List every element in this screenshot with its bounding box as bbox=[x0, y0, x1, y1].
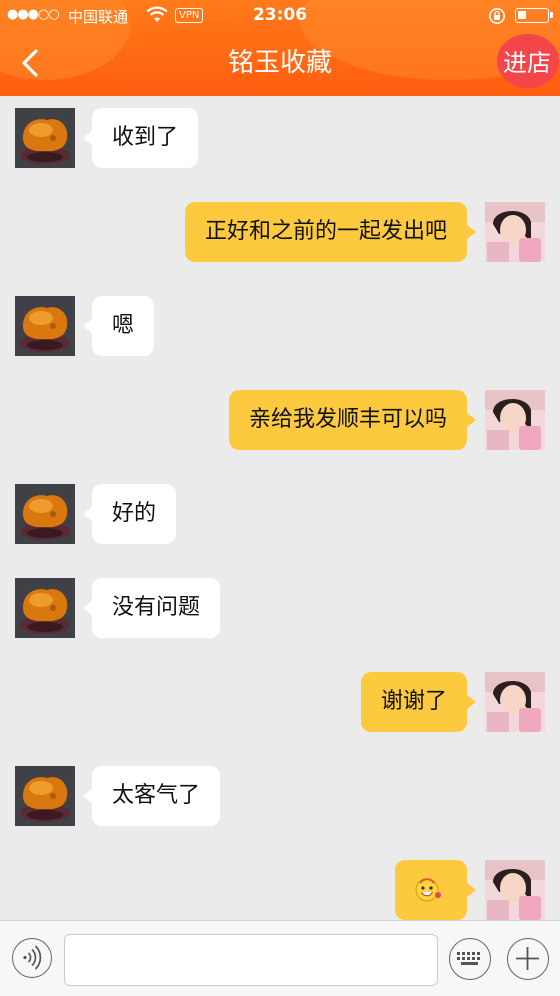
shop-avatar[interactable] bbox=[15, 484, 75, 544]
status-bar: ●●●○○ 中国联通 VPN 23:06 bbox=[0, 0, 560, 32]
incoming-message-bubble[interactable]: 太客气了 bbox=[82, 766, 221, 826]
user-avatar[interactable] bbox=[485, 672, 545, 732]
user-avatar[interactable] bbox=[485, 202, 545, 262]
voice-button[interactable] bbox=[12, 938, 52, 978]
plus-icon bbox=[516, 947, 539, 970]
clock: 23:06 bbox=[252, 5, 308, 25]
keyboard-button[interactable] bbox=[449, 938, 491, 980]
user-avatar[interactable] bbox=[485, 390, 545, 450]
outgoing-emoji-bubble[interactable] bbox=[395, 860, 476, 920]
keyboard-icon bbox=[457, 952, 480, 965]
message-input[interactable] bbox=[64, 934, 438, 986]
battery-icon bbox=[515, 8, 553, 23]
user-avatar[interactable] bbox=[485, 860, 545, 920]
shop-avatar[interactable] bbox=[15, 296, 75, 356]
outgoing-message-bubble[interactable]: 正好和之前的一起发出吧 bbox=[184, 202, 477, 262]
incoming-message-bubble[interactable]: 好的 bbox=[82, 484, 177, 544]
outgoing-message-bubble[interactable]: 亲给我发顺丰可以吗 bbox=[228, 390, 477, 450]
chat-list[interactable]: 收到了 正好和之前的一起发出吧 嗯 亲给我发顺丰可以吗 好的 没有问题 谢谢了 … bbox=[0, 96, 560, 920]
incoming-message-bubble[interactable]: 嗯 bbox=[82, 296, 155, 356]
voice-icon bbox=[23, 945, 42, 970]
input-bar bbox=[0, 920, 560, 996]
more-options-button[interactable] bbox=[507, 938, 549, 980]
rotation-lock-icon bbox=[489, 8, 505, 24]
shop-avatar[interactable] bbox=[15, 578, 75, 638]
enter-shop-button[interactable]: 进店 bbox=[497, 46, 557, 80]
incoming-message-bubble[interactable]: 没有问题 bbox=[82, 578, 221, 638]
shop-avatar[interactable] bbox=[15, 108, 75, 168]
smiley-face-emoji bbox=[415, 878, 441, 902]
app-header: ●●●○○ 中国联通 VPN 23:06 铭玉收藏 进店 bbox=[0, 0, 560, 96]
page-title: 铭玉收藏 bbox=[227, 48, 332, 78]
shop-avatar[interactable] bbox=[15, 766, 75, 826]
incoming-message-bubble[interactable]: 收到了 bbox=[82, 108, 199, 168]
outgoing-message-bubble[interactable]: 谢谢了 bbox=[360, 672, 477, 732]
